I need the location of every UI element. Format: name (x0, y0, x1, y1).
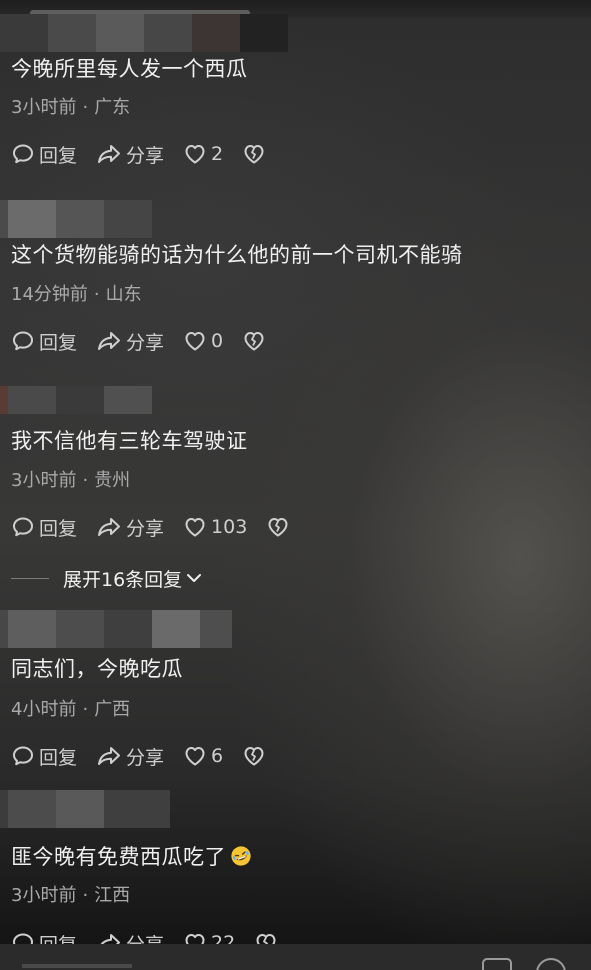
like-button[interactable]: 2 (182, 141, 223, 167)
comment-text: 这个货物能骑的话为什么他的前一个司机不能骑 (11, 243, 463, 267)
reply-label: 回复 (39, 517, 78, 540)
comment-input-field[interactable] (22, 964, 132, 968)
share-button[interactable]: 分享 (95, 328, 164, 355)
like-count: 0 (211, 330, 224, 352)
expand-replies-button[interactable]: 展开16条回复 (11, 565, 204, 591)
comment-meta: 3小时前 · 贵州 (11, 468, 130, 494)
comment-actions: 回复 分享 103 (10, 513, 309, 541)
share-label: 分享 (126, 331, 165, 354)
reply-button[interactable]: 回复 (10, 514, 77, 541)
avatar-username-pixelated[interactable] (0, 790, 170, 828)
meta-separator: · (82, 699, 89, 720)
comment-time: 14分钟前 (11, 284, 88, 305)
share-arrow-icon (98, 747, 121, 765)
reply-label: 回复 (39, 144, 78, 167)
comment-text: 匪今晚有免费西瓜吃了 (11, 842, 252, 872)
meta-separator: · (82, 470, 89, 491)
comment-meta: 14分钟前 · 山东 (11, 282, 142, 308)
share-label: 分享 (126, 517, 165, 540)
reply-label: 回复 (39, 331, 78, 354)
meta-separator: · (93, 284, 100, 305)
emoji-icon[interactable] (536, 958, 566, 970)
comment-meta: 3小时前 · 广东 (11, 95, 130, 121)
reply-button[interactable]: 回复 (10, 141, 77, 168)
comment-location: 贵州 (94, 470, 131, 491)
heart-icon (185, 332, 205, 351)
comment-meta: 4小时前 · 广西 (11, 697, 130, 723)
avatar-username-pixelated[interactable] (0, 200, 152, 238)
share-label: 分享 (126, 144, 165, 167)
share-button[interactable]: 分享 (95, 743, 164, 770)
comment-time: 3小时前 (11, 885, 77, 906)
dislike-button[interactable] (241, 743, 267, 769)
dislike-button[interactable] (265, 514, 291, 540)
like-count: 103 (211, 516, 248, 538)
comment-actions: 回复 分享 6 (10, 742, 285, 770)
share-button[interactable]: 分享 (95, 514, 164, 541)
comment-location: 山东 (105, 284, 142, 305)
share-arrow-icon (98, 518, 121, 536)
comment-time: 3小时前 (11, 97, 77, 118)
broken-heart-icon (244, 332, 264, 351)
like-button[interactable]: 0 (182, 328, 223, 354)
chevron-down-icon (187, 574, 202, 582)
dislike-button[interactable] (241, 141, 267, 167)
comment-input-bar[interactable] (0, 944, 591, 970)
comment-bubble-icon (13, 517, 33, 537)
share-arrow-icon (98, 332, 121, 350)
like-button[interactable]: 6 (182, 743, 223, 769)
comment-text: 今晚所里每人发一个西瓜 (11, 57, 248, 81)
like-count: 6 (211, 745, 224, 767)
image-icon[interactable] (482, 958, 512, 970)
avatar-username-pixelated[interactable] (0, 386, 152, 414)
comment-text: 同志们，今晚吃瓜 (11, 657, 183, 681)
comment-text-body: 匪今晚有免费西瓜吃了 (11, 845, 226, 869)
comment-bubble-icon (13, 331, 33, 351)
comment-bubble-icon (13, 144, 33, 164)
heart-icon (185, 145, 205, 164)
comment-actions: 回复 分享 0 (10, 327, 285, 355)
avatar-username-pixelated[interactable] (0, 14, 288, 52)
comment-time: 4小时前 (11, 699, 77, 720)
comment-time: 3小时前 (11, 470, 77, 491)
reply-button[interactable]: 回复 (10, 328, 77, 355)
broken-heart-icon (244, 145, 264, 164)
comment-actions: 回复 分享 2 (10, 140, 285, 168)
broken-heart-icon (244, 747, 264, 766)
reply-label: 回复 (39, 746, 78, 769)
comment-bubble-icon (13, 746, 33, 766)
share-label: 分享 (126, 746, 165, 769)
comment-location: 江西 (94, 885, 131, 906)
meta-separator: · (82, 885, 89, 906)
comment-location: 广东 (94, 97, 131, 118)
rofl-emoji-icon (231, 846, 251, 866)
comment-meta: 3小时前 · 江西 (11, 883, 130, 909)
comment-location: 广西 (94, 699, 131, 720)
meta-separator: · (82, 97, 89, 118)
like-count: 2 (211, 143, 224, 165)
dislike-button[interactable] (241, 328, 267, 354)
heart-icon (185, 747, 205, 766)
broken-heart-icon (268, 518, 288, 537)
like-button[interactable]: 103 (182, 514, 247, 540)
share-button[interactable]: 分享 (95, 141, 164, 168)
reply-button[interactable]: 回复 (10, 743, 77, 770)
comment-text: 我不信他有三轮车驾驶证 (11, 429, 248, 453)
expand-divider-line (11, 577, 49, 579)
expand-replies-label: 展开16条回复 (63, 568, 183, 591)
avatar-username-pixelated[interactable] (0, 610, 232, 648)
heart-icon (185, 518, 205, 537)
share-arrow-icon (98, 145, 121, 163)
